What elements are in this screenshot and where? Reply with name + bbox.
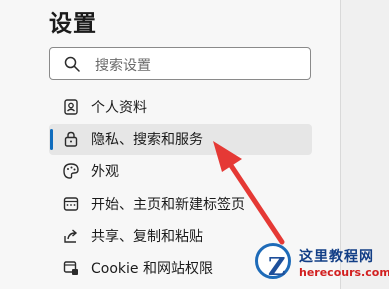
watermark-url: herecours.com — [299, 266, 389, 279]
watermark-title: 这里教程网 — [299, 249, 374, 265]
watermark-logo: Z — [255, 243, 291, 281]
watermark-logo-letter: Z — [268, 252, 286, 281]
site-watermark: Z 这里教程网 herecours.com — [252, 241, 389, 289]
